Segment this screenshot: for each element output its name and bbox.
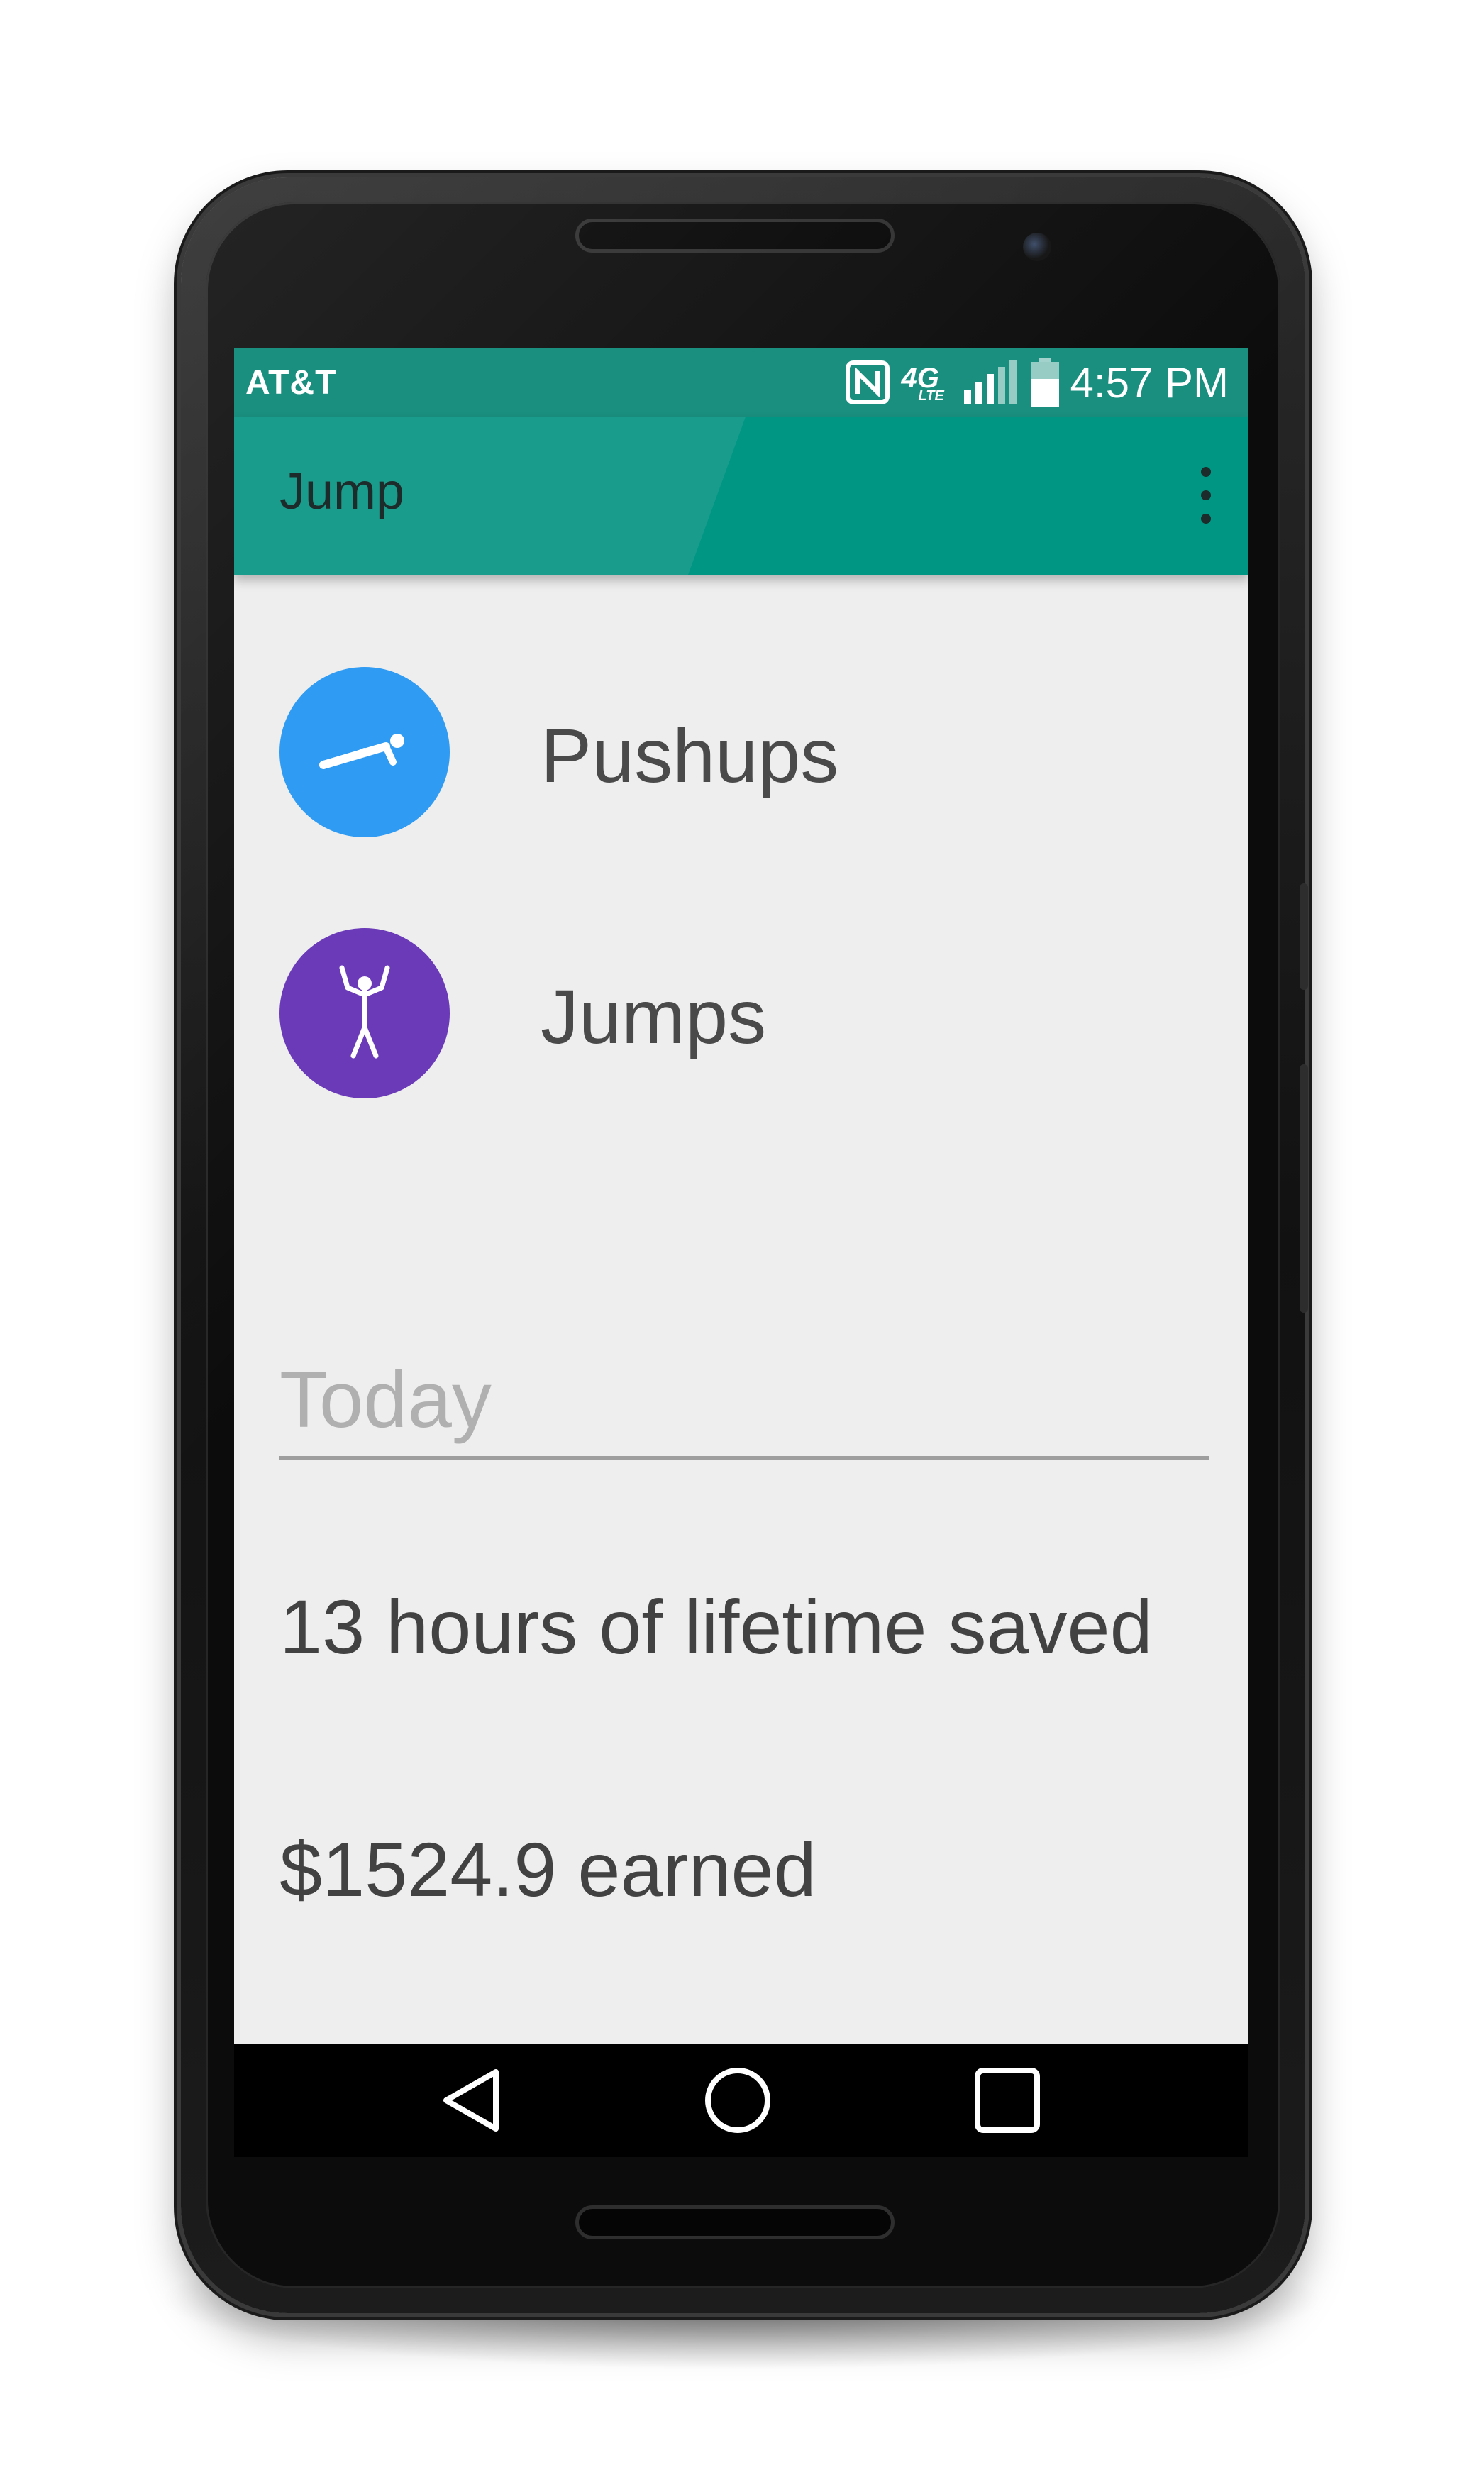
jumps-avatar xyxy=(279,928,450,1098)
back-button[interactable] xyxy=(436,2065,507,2136)
lte-icon: 4G LTE xyxy=(902,360,951,405)
today-heading: Today xyxy=(279,1355,492,1444)
power-button xyxy=(1300,1064,1308,1313)
exercise-item-jumps[interactable]: Jumps xyxy=(279,928,1131,1098)
top-speaker xyxy=(575,219,895,253)
carrier-label: AT&T xyxy=(245,364,337,402)
app-bar: Jump xyxy=(234,417,1248,575)
lifetime-saved-text: 13 hours of lifetime saved xyxy=(279,1584,1153,1670)
home-icon xyxy=(705,2068,770,2133)
app-bar-shade xyxy=(688,417,1248,575)
app-screen: AT&T 4G LTE 4:57 PM Jump Pushups Jumps T… xyxy=(234,348,1248,2044)
bottom-speaker xyxy=(575,2205,895,2239)
exercise-label-jumps: Jumps xyxy=(541,974,767,1059)
recents-icon xyxy=(975,2068,1040,2133)
recents-button[interactable] xyxy=(972,2065,1043,2136)
overflow-menu-icon[interactable] xyxy=(1192,467,1220,524)
signal-icon xyxy=(963,360,1017,404)
battery-icon xyxy=(1030,358,1059,407)
network-sub-label: LTE xyxy=(918,388,944,404)
status-icons: 4G LTE 4:57 PM xyxy=(845,358,1229,407)
today-divider xyxy=(279,1456,1209,1460)
exercise-item-pushups[interactable]: Pushups xyxy=(279,667,1131,837)
jumping-jack-icon xyxy=(339,965,390,1059)
back-icon xyxy=(443,2069,499,2132)
pushup-icon xyxy=(319,734,404,769)
home-button[interactable] xyxy=(702,2065,773,2136)
clock: 4:57 PM xyxy=(1070,358,1229,407)
status-bar: AT&T 4G LTE 4:57 PM xyxy=(234,348,1248,417)
earned-text: $1524.9 earned xyxy=(279,1826,816,1912)
pushup-avatar xyxy=(279,667,450,837)
front-camera xyxy=(1023,233,1051,261)
nfc-icon xyxy=(845,360,890,404)
volume-button xyxy=(1300,883,1308,990)
app-title: Jump xyxy=(279,463,405,520)
exercise-label-pushups: Pushups xyxy=(541,712,839,798)
